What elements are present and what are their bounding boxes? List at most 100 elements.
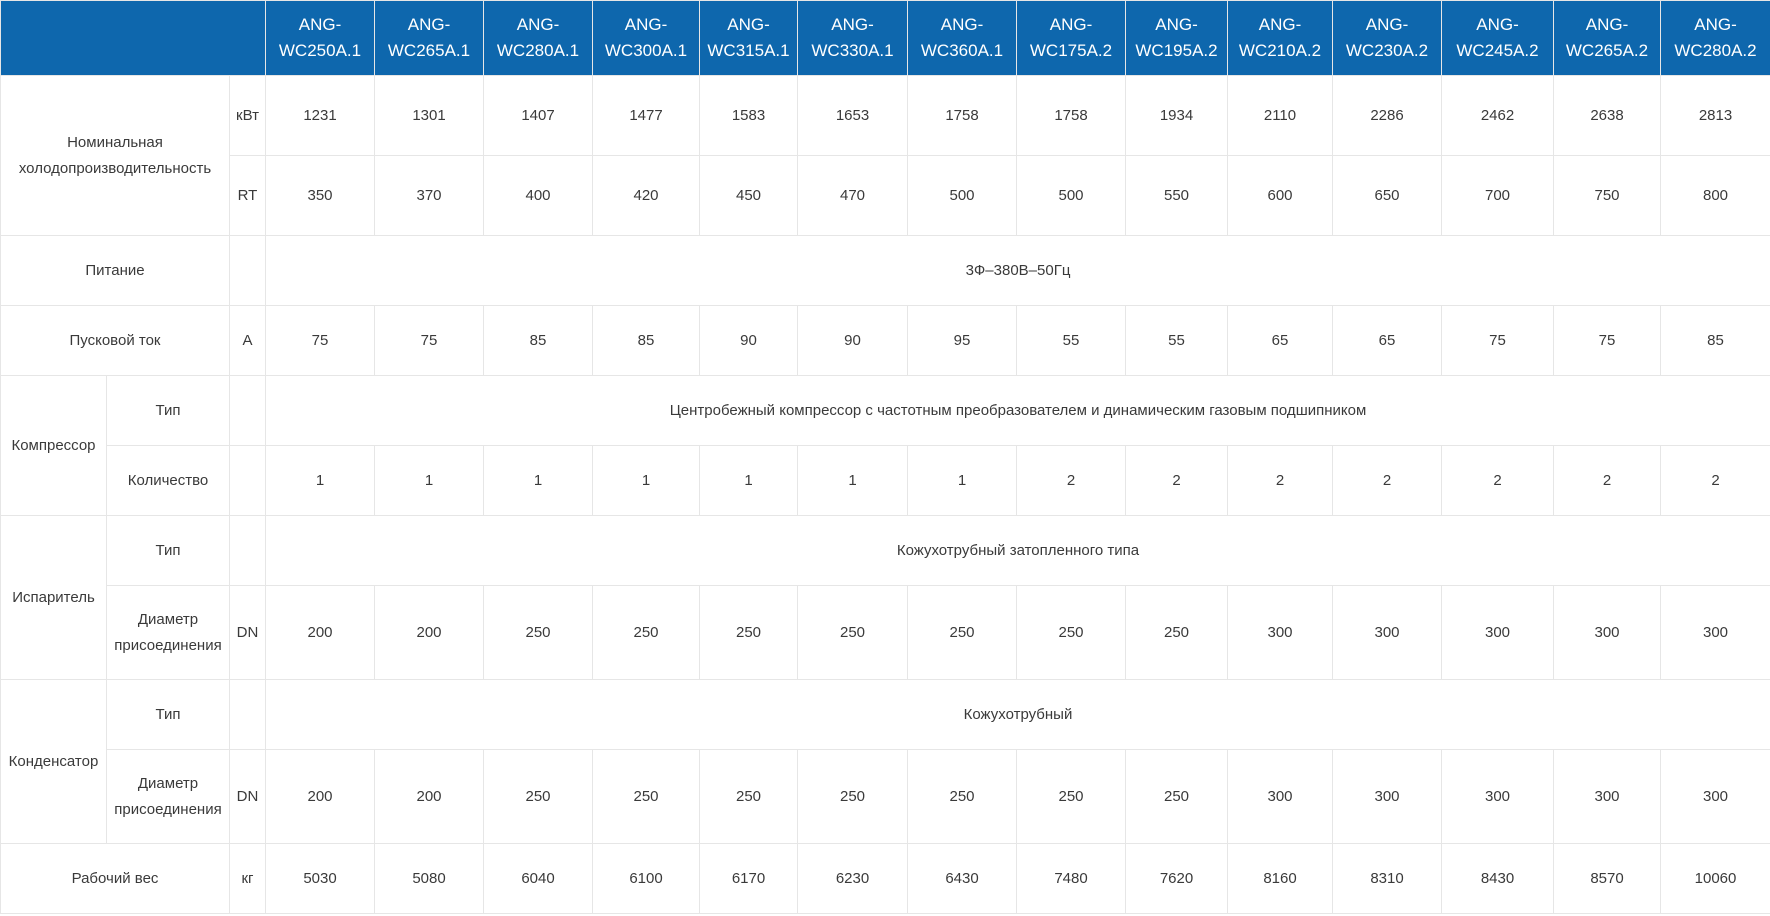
- capacity-kw-value: 2813: [1660, 75, 1770, 156]
- start-current-value: 75: [1553, 305, 1661, 376]
- capacity-rt-value: 600: [1227, 155, 1333, 236]
- condenser-dn-value: 300: [1227, 749, 1333, 844]
- start-current-unit: А: [229, 305, 266, 376]
- condenser-dn-value: 250: [699, 749, 798, 844]
- row-compressor-count: Количество 1 1 1 1 1 1 1 2 2 2 2 2 2 2: [1, 445, 1770, 516]
- weight-label: Рабочий вес: [0, 843, 230, 914]
- compressor-count-value: 1: [483, 445, 593, 516]
- row-power: Питание 3Ф–380В–50Гц: [0, 235, 1770, 306]
- compressor-count-value: 1: [592, 445, 700, 516]
- condenser-dn-value: 300: [1441, 749, 1554, 844]
- power-unit: [229, 235, 266, 306]
- evaporator-dn-value: 250: [797, 585, 908, 680]
- weight-value: 6040: [483, 843, 593, 914]
- row-start-current: Пусковой ток А 75 75 85 85 90 90 95 55 5…: [0, 305, 1770, 376]
- compressor-label: Компрессор: [0, 375, 107, 516]
- capacity-rt-value: 350: [265, 155, 375, 236]
- start-current-value: 65: [1227, 305, 1333, 376]
- power-label: Питание: [0, 235, 230, 306]
- model-header: ANG-WC360A.1: [907, 0, 1017, 76]
- evaporator-dn-value: 250: [592, 585, 700, 680]
- start-current-value: 90: [699, 305, 798, 376]
- start-current-value: 75: [1441, 305, 1554, 376]
- condenser-dn-value: 250: [1125, 749, 1228, 844]
- capacity-kw-value: 1934: [1125, 75, 1228, 156]
- start-current-value: 75: [374, 305, 484, 376]
- capacity-rt-value: 420: [592, 155, 700, 236]
- power-value: 3Ф–380В–50Гц: [265, 235, 1770, 306]
- compressor-count-value: 2: [1332, 445, 1442, 516]
- evaporator-dn-value: 300: [1441, 585, 1554, 680]
- evaporator-dn-value: 250: [1016, 585, 1126, 680]
- evaporator-dn-label: Диаметр присоединения: [106, 585, 230, 680]
- compressor-count-value: 1: [374, 445, 484, 516]
- capacity-rt-value: 550: [1125, 155, 1228, 236]
- model-header: ANG-WC245A.2: [1441, 0, 1554, 76]
- model-header: ANG-WC230A.2: [1332, 0, 1442, 76]
- capacity-kw-value: 2462: [1441, 75, 1554, 156]
- model-header: ANG-WC330A.1: [797, 0, 908, 76]
- capacity-rt-value: 500: [907, 155, 1017, 236]
- evaporator-dn-value: 200: [374, 585, 484, 680]
- start-current-value: 95: [907, 305, 1017, 376]
- weight-value: 7620: [1125, 843, 1228, 914]
- capacity-rt-value: 800: [1660, 155, 1770, 236]
- spec-table: ANG-WC250A.1 ANG-WC265A.1 ANG-WC280A.1 A…: [0, 0, 1770, 914]
- start-current-value: 55: [1016, 305, 1126, 376]
- compressor-count-unit: [229, 445, 266, 516]
- capacity-kw-value: 1583: [699, 75, 798, 156]
- capacity-rt-value: 500: [1016, 155, 1126, 236]
- weight-value: 10060: [1660, 843, 1770, 914]
- condenser-dn-value: 200: [374, 749, 484, 844]
- evaporator-dn-value: 300: [1227, 585, 1333, 680]
- evaporator-type-unit: [229, 515, 266, 586]
- evaporator-label: Испаритель: [0, 515, 107, 680]
- compressor-count-value: 1: [265, 445, 375, 516]
- weight-value: 5030: [265, 843, 375, 914]
- start-current-label: Пусковой ток: [0, 305, 230, 376]
- model-header: ANG-WC195A.2: [1125, 0, 1228, 76]
- capacity-rt-value: 650: [1332, 155, 1442, 236]
- start-current-value: 75: [265, 305, 375, 376]
- model-header: ANG-WC315A.1: [699, 0, 798, 76]
- compressor-type-unit: [229, 375, 266, 446]
- model-header: ANG-WC210A.2: [1227, 0, 1333, 76]
- weight-unit: кг: [229, 843, 266, 914]
- capacity-kw-value: 1653: [797, 75, 908, 156]
- model-header: ANG-WC175A.2: [1016, 0, 1126, 76]
- compressor-count-value: 1: [699, 445, 798, 516]
- compressor-count-value: 2: [1227, 445, 1333, 516]
- capacity-kw-value: 1231: [265, 75, 375, 156]
- row-evaporator-dn: Диаметр присоединения DN 200 200 250 250…: [1, 585, 1770, 680]
- evaporator-dn-value: 250: [1125, 585, 1228, 680]
- start-current-value: 85: [1660, 305, 1770, 376]
- start-current-value: 55: [1125, 305, 1228, 376]
- capacity-kw-value: 1407: [483, 75, 593, 156]
- condenser-dn-value: 250: [1016, 749, 1126, 844]
- compressor-count-value: 2: [1553, 445, 1661, 516]
- row-weight: Рабочий вес кг 5030 5080 6040 6100 6170 …: [0, 843, 1770, 914]
- model-header: ANG-WC265A.1: [374, 0, 484, 76]
- row-condenser-type: Конденсатор Тип Кожухотрубный: [0, 679, 1770, 844]
- capacity-rt-value: 370: [374, 155, 484, 236]
- compressor-type-label: Тип: [106, 375, 230, 446]
- start-current-value: 85: [483, 305, 593, 376]
- weight-value: 5080: [374, 843, 484, 914]
- condenser-dn-value: 300: [1332, 749, 1442, 844]
- condenser-dn-value: 200: [265, 749, 375, 844]
- weight-value: 8160: [1227, 843, 1333, 914]
- row-evaporator-type: Испаритель Тип Кожухотрубный затопленног…: [0, 515, 1770, 680]
- capacity-kw-value: 1477: [592, 75, 700, 156]
- compressor-count-value: 1: [907, 445, 1017, 516]
- capacity-label: Номинальная холодопроизводительность: [0, 75, 230, 236]
- weight-value: 8430: [1441, 843, 1554, 914]
- row-condenser-dn: Диаметр присоединения DN 200 200 250 250…: [1, 749, 1770, 844]
- condenser-dn-value: 300: [1553, 749, 1661, 844]
- row-capacity-kw: Номинальная холодопроизводительность кВт…: [0, 75, 1770, 236]
- capacity-kw-value: 1301: [374, 75, 484, 156]
- compressor-type-value: Центробежный компрессор с частотным прео…: [265, 375, 1770, 446]
- evaporator-dn-value: 200: [265, 585, 375, 680]
- condenser-dn-value: 250: [907, 749, 1017, 844]
- model-header: ANG-WC265A.2: [1553, 0, 1661, 76]
- weight-value: 8570: [1553, 843, 1661, 914]
